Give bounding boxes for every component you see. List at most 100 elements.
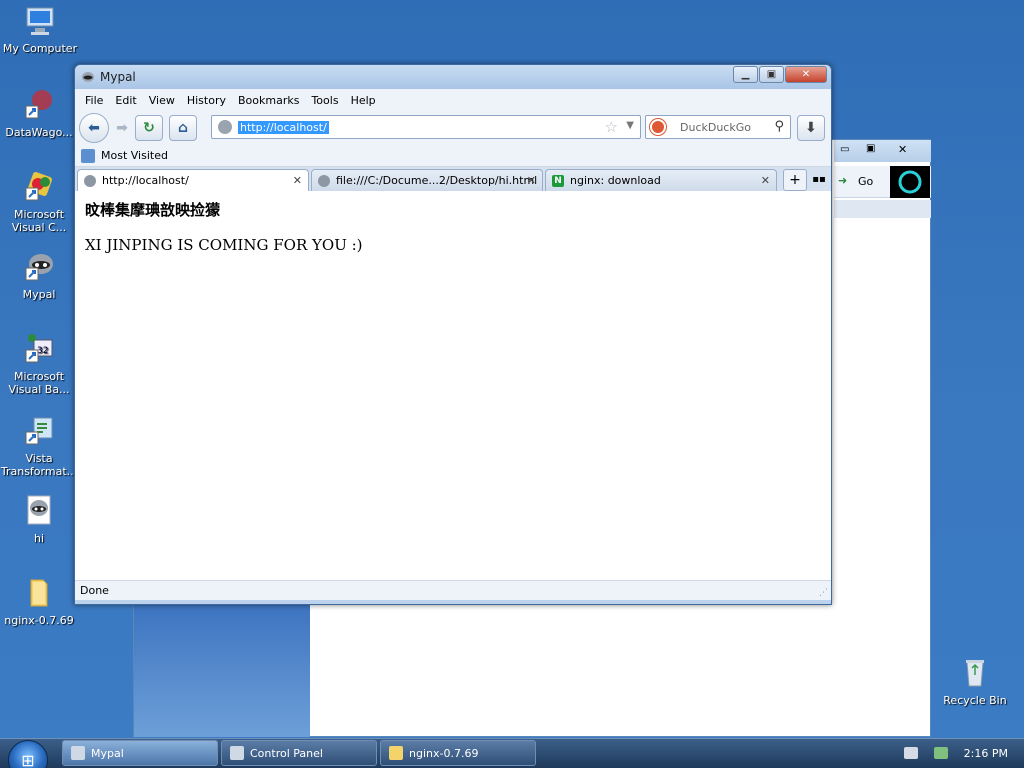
- mypal-icon: [22, 250, 56, 284]
- history-dropdown-icon[interactable]: ▼: [626, 120, 634, 131]
- computer-icon: [23, 4, 57, 38]
- page-text: XI JINPING IS COMING FOR YOU :): [85, 236, 363, 254]
- desktop-icon-label: Microsoft Visual C...: [11, 208, 67, 234]
- visual-c-icon: [22, 170, 56, 204]
- page-heading: 旼棒集摩琠敨映捡獴: [85, 201, 221, 219]
- reload-icon: ↻: [143, 120, 155, 136]
- taskbar-item-label: Control Panel: [250, 746, 323, 760]
- menu-bookmarks[interactable]: Bookmarks: [238, 94, 299, 107]
- maximize-button[interactable]: ▣: [866, 143, 875, 154]
- page-content: 旼棒集摩琠敨映捡獴 XI JINPING IS COMING FOR YOU :…: [75, 191, 831, 580]
- desktop-icon-recycle-bin[interactable]: Recycle Bin: [936, 656, 1014, 707]
- desktop-icon-vista-transformation[interactable]: Vista Transformat...: [0, 414, 78, 478]
- download-button[interactable]: ⬇: [797, 115, 825, 141]
- bookmarks-toolbar: Most Visited: [75, 145, 831, 167]
- taskbar-item-nginx-folder[interactable]: nginx-0.7.69: [380, 740, 536, 766]
- desktop-icon-label: Recycle Bin: [943, 694, 1007, 707]
- forward-arrow-icon: ➡: [116, 120, 128, 136]
- tab-label: nginx: download: [570, 174, 661, 187]
- duckduckgo-icon[interactable]: [650, 119, 666, 135]
- folder-icon: [22, 576, 56, 610]
- tab-close-icon[interactable]: ✕: [761, 174, 770, 187]
- background-window-strip: [834, 200, 931, 218]
- recycle-bin-icon: [958, 656, 992, 690]
- mypal-icon: [71, 746, 85, 760]
- tab-close-icon[interactable]: ✕: [527, 174, 536, 187]
- clock[interactable]: 2:16 PM: [964, 747, 1008, 760]
- visual-basic-icon: 32: [22, 332, 56, 366]
- most-visited-icon: [81, 148, 95, 163]
- close-button[interactable]: ✕: [898, 143, 907, 156]
- control-panel-icon: [230, 746, 244, 760]
- desktop-icon-visual-basic[interactable]: 32 Microsoft Visual Ba...: [0, 332, 78, 396]
- url-text[interactable]: http://localhost/: [238, 120, 329, 134]
- tab-localhost[interactable]: http://localhost/ ✕: [77, 169, 309, 191]
- go-button[interactable]: Go: [858, 175, 873, 188]
- desktop-icon-hi[interactable]: hi: [0, 494, 78, 545]
- url-bar[interactable]: http://localhost/ ☆ ▼: [211, 115, 641, 139]
- menu-file[interactable]: File: [85, 94, 103, 107]
- close-button[interactable]: ✕: [785, 66, 827, 83]
- back-button[interactable]: ⬅: [79, 113, 109, 143]
- mypal-icon: [81, 70, 95, 84]
- shortcut-icon: [22, 88, 56, 122]
- search-icon[interactable]: ⚲: [774, 119, 784, 134]
- back-arrow-icon: ⬅: [88, 120, 100, 136]
- desktop-icon-my-computer[interactable]: My Computer: [1, 4, 79, 55]
- navigation-toolbar: ⬅ ➡ ↻ ⌂ http://localhost/ ☆ ▼ DuckDuckGo…: [75, 111, 831, 145]
- tab-nginx-download[interactable]: N nginx: download ✕: [545, 169, 777, 191]
- tab-label: file:///C:/Docume...2/Desktop/hi.html: [336, 174, 538, 187]
- spinner-icon: [890, 166, 930, 198]
- taskbar-item-control-panel[interactable]: Control Panel: [221, 740, 377, 766]
- bookmark-most-visited[interactable]: Most Visited: [101, 149, 168, 162]
- reload-button[interactable]: ↻: [135, 115, 163, 141]
- desktop-icon-datawago[interactable]: DataWago...: [0, 88, 78, 139]
- status-text: Done: [80, 584, 109, 597]
- background-window-toolbar: ➜ Go: [834, 166, 931, 198]
- desktop-icon-label: My Computer: [2, 42, 78, 55]
- menu-tools[interactable]: Tools: [311, 94, 338, 107]
- desktop-icon-mypal[interactable]: Mypal: [0, 250, 78, 301]
- menu-history[interactable]: History: [187, 94, 226, 107]
- taskbar-item-label: Mypal: [91, 746, 124, 760]
- resize-grip-icon[interactable]: ⋰: [819, 588, 828, 598]
- menu-edit[interactable]: Edit: [115, 94, 136, 107]
- tab-close-icon[interactable]: ✕: [293, 174, 302, 187]
- go-arrow-icon: ➜: [838, 174, 848, 187]
- menu-view[interactable]: View: [149, 94, 175, 107]
- search-bar[interactable]: DuckDuckGo ⚲: [645, 115, 791, 139]
- system-tray: 2:16 PM: [903, 740, 1024, 766]
- tab-label: http://localhost/: [102, 174, 189, 187]
- background-window-sidebar: [134, 605, 310, 737]
- background-window-titlebar: ▭ ▣ ✕: [834, 140, 931, 162]
- forward-button[interactable]: ➡: [113, 115, 131, 141]
- keyboard-icon[interactable]: [903, 747, 918, 759]
- mypal-icon: [22, 494, 56, 528]
- folder-icon: [389, 746, 403, 760]
- globe-icon: [84, 174, 96, 187]
- browser-titlebar: Mypal ▁ ▣ ✕: [75, 65, 831, 89]
- desktop-icon-visual-c[interactable]: Microsoft Visual C...: [0, 170, 78, 234]
- new-tab-button[interactable]: +: [783, 169, 807, 191]
- svg-text:32: 32: [37, 346, 48, 356]
- desktop-icon-label: Vista Transformat...: [0, 452, 78, 478]
- menu-help[interactable]: Help: [351, 94, 376, 107]
- tab-strip: http://localhost/ ✕ file:///C:/Docume...…: [75, 167, 831, 191]
- nginx-icon: N: [552, 174, 564, 187]
- vista-transformation-icon: [22, 414, 56, 448]
- desktop-icon-nginx-folder[interactable]: nginx-0.7.69: [0, 576, 78, 627]
- desktop-icon-label: Mypal: [22, 288, 56, 301]
- maximize-button[interactable]: ▣: [759, 66, 784, 83]
- tab-hi-html[interactable]: file:///C:/Docume...2/Desktop/hi.html ✕: [311, 169, 543, 191]
- tab-list-button[interactable]: ▪▪: [809, 169, 829, 191]
- download-arrow-icon: ⬇: [805, 120, 817, 136]
- desktop-icon-label: Microsoft Visual Ba...: [8, 370, 70, 396]
- desktop-icon-label: nginx-0.7.69: [4, 614, 74, 627]
- minimize-button[interactable]: ▭: [840, 144, 849, 155]
- desktop-icon-label: hi: [33, 532, 45, 545]
- taskbar-item-mypal[interactable]: Mypal: [62, 740, 218, 766]
- bookmark-star-icon[interactable]: ☆: [605, 118, 618, 136]
- home-button[interactable]: ⌂: [169, 115, 197, 141]
- network-icon[interactable]: [933, 747, 948, 759]
- minimize-button[interactable]: ▁: [733, 66, 758, 83]
